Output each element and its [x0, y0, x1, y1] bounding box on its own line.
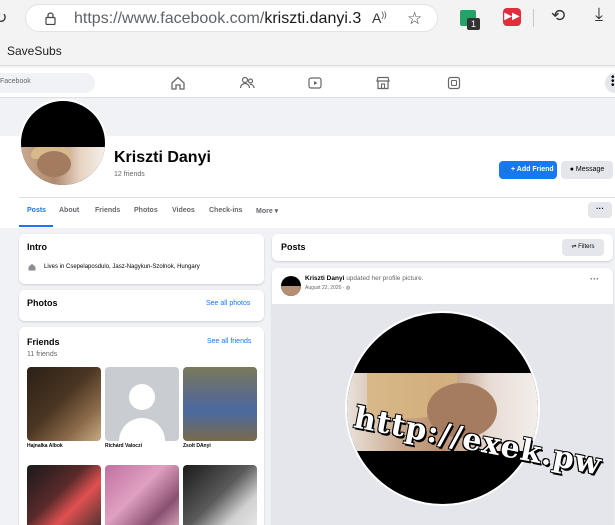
default-avatar-icon — [119, 384, 165, 441]
facebook-top-nav: Facebook • • • — [0, 68, 615, 98]
post-date-text: August 22, 2020 · — [305, 285, 346, 291]
friends-count: 11 friends — [27, 351, 58, 358]
cover-photo — [19, 99, 615, 136]
friend-photo[interactable] — [183, 465, 257, 525]
friends-icon[interactable] — [239, 75, 255, 91]
filters-label: Filters — [578, 244, 595, 250]
friend-name[interactable]: Zsolt DAnyi — [183, 443, 211, 449]
download-icon[interactable]: ⤓ — [595, 4, 603, 25]
gaming-icon[interactable] — [446, 75, 462, 91]
message-label: Message — [575, 166, 605, 173]
tab-checkins[interactable]: Check-ins — [209, 207, 242, 214]
avatar-face — [37, 151, 71, 177]
profile-name: Kriszti Danyi — [114, 149, 211, 166]
add-friend-icon: 👤+ — [502, 166, 517, 173]
intro-lives-in: Lives in Csepelaposdulo, Jasz-Nagykun-Sz… — [44, 264, 200, 270]
search-input[interactable]: Facebook — [0, 73, 95, 93]
friend-photo[interactable] — [183, 367, 257, 441]
friend-name[interactable]: Hajnalka Albok — [27, 443, 63, 449]
toolbar-separator — [533, 9, 534, 27]
marketplace-icon[interactable] — [375, 75, 391, 91]
bookmarks-bar: SaveSubs — [0, 36, 615, 66]
post-author-name[interactable]: Kriszti Danyi — [305, 275, 344, 282]
address-bar[interactable]: https://www.facebook.com/kriszti.danyi.3… — [25, 4, 438, 32]
url-text[interactable]: https://www.facebook.com/kriszti.danyi.3 — [74, 10, 361, 28]
history-icon[interactable]: ⟲ — [551, 6, 565, 26]
profile-more-button[interactable]: ··· — [588, 202, 612, 218]
see-all-photos-link[interactable]: See all photos — [206, 300, 250, 307]
tab-more[interactable]: More ▾ — [256, 207, 278, 215]
media-extension-icon[interactable]: ▶▶ — [503, 8, 521, 26]
see-all-friends-link[interactable]: See all friends — [207, 338, 251, 345]
tab-divider — [19, 197, 615, 198]
home-icon[interactable] — [170, 75, 186, 91]
friends-card: Friends See all friends 11 friends Hajna… — [19, 327, 264, 525]
lock-icon[interactable] — [45, 12, 56, 25]
friends-title: Friends — [27, 337, 60, 347]
post-image[interactable]: http://exek.pw — [272, 304, 613, 525]
post-action: updated her profile picture. — [346, 275, 424, 282]
bookmark-savesubs[interactable]: SaveSubs — [7, 44, 62, 58]
post-avatar-photo — [281, 286, 301, 296]
search-placeholder: Facebook — [0, 78, 31, 85]
friend-photo[interactable] — [27, 465, 101, 525]
browser-toolbar: ↻ https://www.facebook.com/kriszti.danyi… — [0, 0, 615, 36]
home-icon — [28, 263, 36, 271]
tab-friends[interactable]: Friends — [95, 207, 120, 214]
url-host: https://www.facebook.com/ — [74, 10, 265, 27]
active-tab-indicator — [19, 225, 53, 227]
add-favorite-icon[interactable]: ☆ — [407, 9, 422, 29]
filters-button[interactable]: ⇌ Filters — [562, 239, 604, 256]
friend-photo[interactable] — [105, 465, 179, 525]
profile-friend-count[interactable]: 12 friends — [114, 171, 145, 178]
tab-posts[interactable]: Posts — [27, 207, 46, 214]
friend-photo-default[interactable] — [105, 367, 179, 441]
profile-avatar[interactable] — [19, 99, 107, 187]
add-friend-label: Add Friend — [516, 166, 554, 173]
extension-badge: 1 — [467, 18, 480, 30]
intro-title: Intro — [27, 242, 47, 252]
add-friend-button[interactable]: 👤+ Add Friend — [499, 161, 557, 179]
tab-about[interactable]: About — [59, 207, 79, 214]
post-date[interactable]: August 22, 2020 · ◍ — [305, 285, 350, 291]
tab-photos[interactable]: Photos — [134, 207, 158, 214]
posts-header-card: Posts ⇌ Filters — [272, 234, 613, 261]
menu-icon[interactable]: • • • — [605, 73, 615, 93]
post-header: Kriszti Danyi updated her profile pictur… — [305, 275, 424, 282]
post-options-icon[interactable]: ··· — [590, 274, 599, 284]
message-button[interactable]: ● Message — [561, 161, 613, 179]
reload-icon[interactable]: ↻ — [0, 8, 10, 27]
globe-icon: ◍ — [345, 285, 351, 291]
intro-card: Intro Lives in Csepelaposdulo, Jasz-Nagy… — [19, 234, 264, 284]
watch-icon[interactable] — [307, 75, 323, 91]
post-author-avatar[interactable] — [281, 276, 301, 296]
post-card: Kriszti Danyi updated her profile pictur… — [272, 268, 613, 525]
friend-photo[interactable] — [27, 367, 101, 441]
friend-name[interactable]: Richárd Valoczi — [105, 443, 142, 449]
url-path: kriszti.danyi.3 — [264, 10, 362, 27]
read-aloud-icon[interactable]: A)) — [372, 10, 387, 26]
photos-card: Photos See all photos — [19, 290, 264, 321]
photos-title: Photos — [27, 298, 58, 308]
posts-title: Posts — [281, 242, 306, 252]
tab-videos[interactable]: Videos — [172, 207, 195, 214]
